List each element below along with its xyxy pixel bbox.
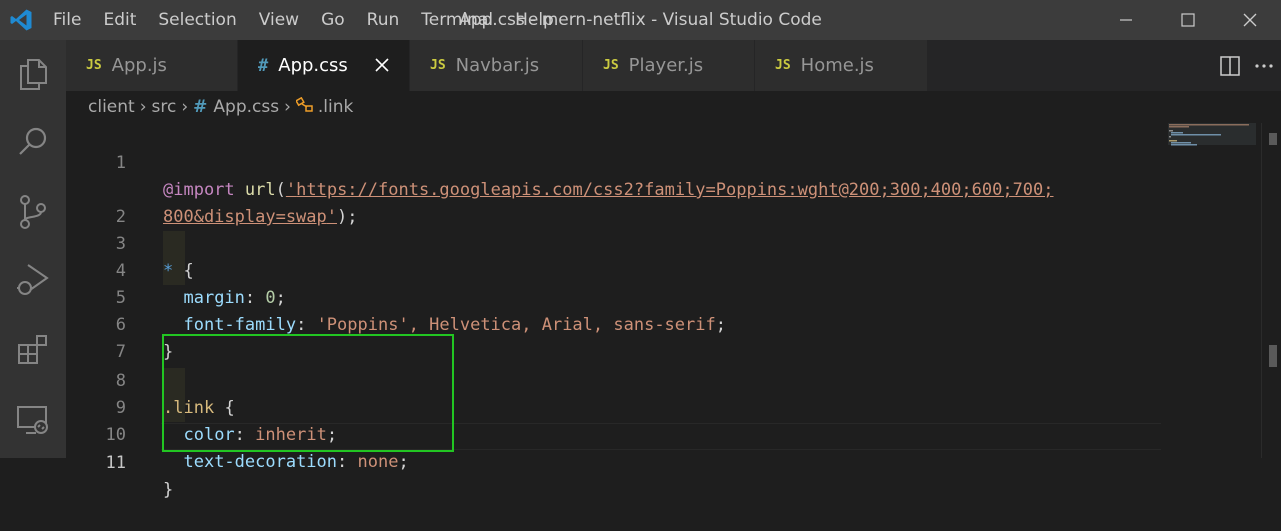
menu-selection[interactable]: Selection	[147, 0, 247, 40]
code-line: 5 font-family: 'Poppins', Helvetica, Ari…	[66, 258, 1166, 335]
window-controls	[1095, 0, 1281, 40]
tab-label: App.js	[111, 55, 167, 76]
js-file-icon: JS	[775, 58, 791, 73]
code-line: 2	[66, 177, 1166, 227]
close-icon[interactable]	[371, 54, 393, 76]
menu-view[interactable]: View	[248, 0, 310, 40]
maximize-icon[interactable]	[1157, 0, 1219, 40]
scroll-marker	[1269, 345, 1277, 367]
symbol-class-icon	[295, 96, 314, 118]
code-editor[interactable]: 1 @import url('https://fonts.googleapis.…	[66, 123, 1166, 500]
breadcrumb: client › src › # App.css › .link	[66, 91, 1281, 123]
breadcrumb-item-client[interactable]: client	[88, 97, 135, 117]
tab-label: Navbar.js	[455, 55, 540, 76]
run-debug-icon[interactable]	[0, 252, 66, 308]
tab-app-js[interactable]: JS App.js	[66, 40, 238, 91]
menu-edit[interactable]: Edit	[92, 0, 147, 40]
scroll-marker	[1269, 133, 1277, 145]
tab-player-js[interactable]: JS Player.js	[583, 40, 755, 91]
vertical-scrollbar[interactable]	[1261, 123, 1281, 458]
editor-tab-bar: JS App.js # App.css JS Navbar.js JS Play…	[66, 40, 1281, 91]
code-line: 1 @import url('https://fonts.googleapis.…	[66, 123, 1166, 200]
menu-go[interactable]: Go	[310, 0, 356, 40]
tab-label: App.css	[278, 55, 348, 76]
more-actions-icon[interactable]	[1247, 40, 1281, 91]
search-icon[interactable]	[0, 114, 66, 170]
extensions-icon[interactable]	[0, 322, 66, 378]
tab-home-js[interactable]: JS Home.js	[755, 40, 928, 91]
close-icon[interactable]	[1219, 0, 1281, 40]
tab-actions	[1213, 40, 1281, 91]
activity-bar	[0, 40, 66, 458]
js-file-icon: JS	[603, 58, 619, 73]
tab-navbar-js[interactable]: JS Navbar.js	[410, 40, 583, 91]
minimize-icon[interactable]	[1095, 0, 1157, 40]
code-token: text-decoration	[183, 452, 338, 472]
tab-app-css[interactable]: # App.css	[238, 40, 410, 91]
breadcrumb-item-file[interactable]: App.css	[213, 97, 279, 117]
code-token: }	[163, 480, 174, 500]
chevron-right-icon: ›	[139, 97, 147, 117]
annotation-highlight-box	[162, 334, 454, 452]
menu-terminal[interactable]: Terminal	[410, 0, 504, 40]
explorer-icon[interactable]	[0, 46, 66, 102]
tab-label: Home.js	[800, 55, 874, 76]
title-bar: File Edit Selection View Go Run Terminal…	[0, 0, 1281, 40]
chevron-right-icon: ›	[181, 97, 189, 117]
css-file-icon: #	[258, 55, 269, 76]
js-file-icon: JS	[430, 58, 446, 73]
menu-bar: File Edit Selection View Go Run Terminal…	[42, 0, 565, 40]
code-line: 800&display=swap');	[163, 207, 358, 227]
code-token: none	[357, 452, 399, 472]
source-control-icon[interactable]	[0, 184, 66, 240]
breadcrumb-item-symbol[interactable]: .link	[318, 97, 353, 117]
split-editor-icon[interactable]	[1213, 40, 1247, 91]
code-line: 3 * {	[66, 204, 1166, 281]
menu-file[interactable]: File	[42, 0, 92, 40]
chevron-right-icon: ›	[284, 97, 291, 117]
remote-explorer-icon[interactable]	[0, 392, 66, 448]
css-file-icon: #	[193, 97, 208, 117]
menu-help[interactable]: Help	[504, 0, 565, 40]
menu-run[interactable]: Run	[356, 0, 411, 40]
code-line: 4 margin: 0;	[66, 231, 1166, 308]
js-file-icon: JS	[86, 58, 102, 73]
line-number: 11	[105, 453, 126, 473]
breadcrumb-item-src[interactable]: src	[152, 97, 177, 117]
minimap[interactable]	[1166, 123, 1261, 458]
code-line: 6 }	[66, 285, 1166, 362]
tab-label: Player.js	[628, 55, 704, 76]
vscode-logo-icon[interactable]	[0, 0, 42, 40]
